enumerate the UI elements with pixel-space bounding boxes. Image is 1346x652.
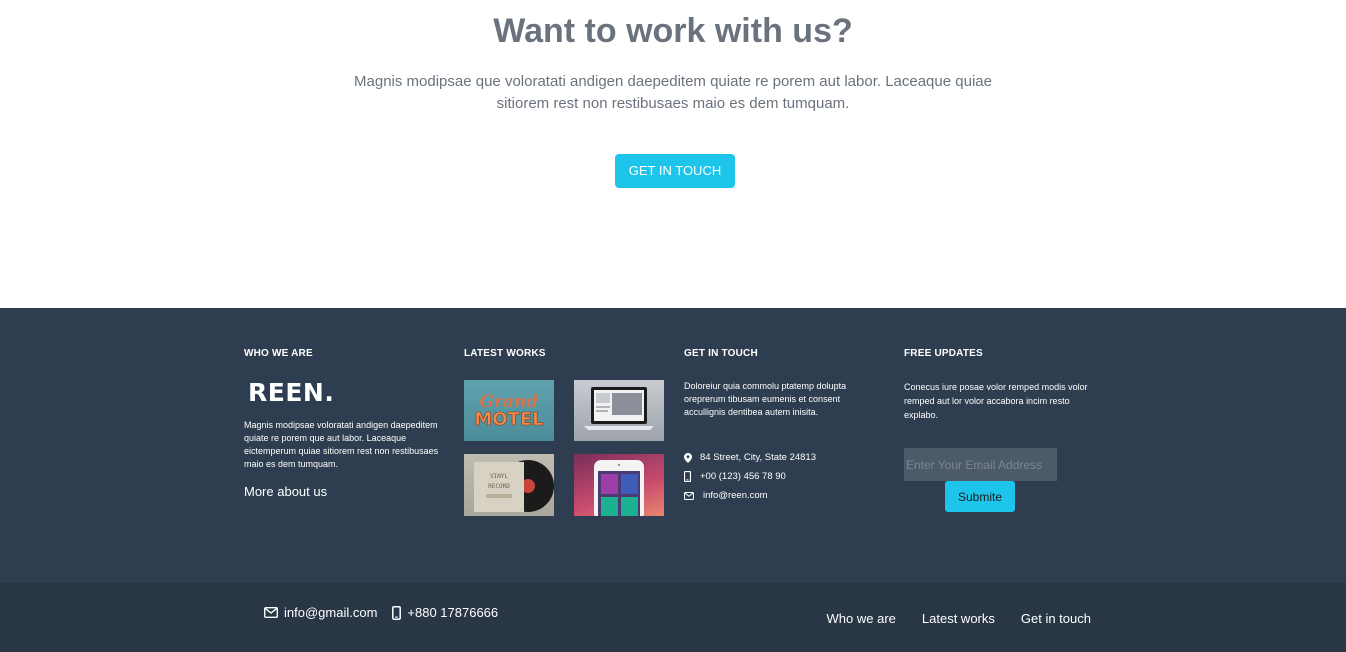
bottom-nav: Who we are Latest works Get in touch [801, 611, 1091, 626]
get-in-touch-column: GET IN TOUCH Doloreiur quia commolu ptat… [684, 348, 884, 505]
newsletter-email-input[interactable] [904, 448, 1057, 481]
free-updates-text: Conecus iure posae volor remped modis vo… [904, 382, 1088, 420]
email-link[interactable]: info@reen.com [703, 490, 768, 501]
address-text: 84 Street, City, State 24813 [700, 452, 817, 463]
contact-list: 84 Street, City, State 24813 +00 (123) 4… [684, 448, 884, 505]
email-row: info@reen.com [684, 486, 884, 505]
phone-text: +00 (123) 456 78 90 [700, 471, 786, 482]
get-in-touch-button[interactable]: GET IN TOUCH [615, 154, 735, 188]
nav-get-in-touch[interactable]: Get in touch [1021, 611, 1091, 626]
cta-text: Magnis modipsae que voloratati andigen d… [354, 73, 992, 112]
bottom-contact: info@gmail.com +880 17876666 [264, 605, 513, 620]
bottom-email[interactable]: info@gmail.com [264, 605, 377, 620]
grand-motel-thumb[interactable]: Grand MOTEL [464, 380, 554, 441]
cta-title: Want to work with us? [493, 12, 853, 50]
address-row: 84 Street, City, State 24813 [684, 448, 884, 467]
newsletter-submit-button[interactable]: Submite [945, 481, 1015, 512]
bottom-bar: info@gmail.com +880 17876666 Who we are … [0, 583, 1346, 652]
who-we-are-text: Magnis modipsae voloratati andigen daepe… [244, 420, 439, 469]
laptop-thumb[interactable] [574, 380, 664, 441]
bottom-email-text: info@gmail.com [284, 605, 378, 620]
phone-row: +00 (123) 456 78 90 [684, 467, 884, 486]
free-updates-heading: FREE UPDATES [904, 348, 983, 359]
vinyl-thumb-label: VINYL [490, 473, 508, 480]
mobile-phone-icon [392, 605, 402, 620]
free-updates-column: FREE UPDATES Conecus iure posae volor re… [904, 348, 1104, 512]
mobile-app-thumb[interactable] [574, 454, 664, 516]
bottom-phone[interactable]: +880 17876666 [392, 605, 498, 620]
nav-who-we-are[interactable]: Who we are [827, 611, 896, 626]
footer: WHO WE ARE REEN. Magnis modipsae volorat… [0, 308, 1346, 583]
grand-motel-thumb-word: MOTEL [474, 409, 543, 430]
latest-works-column: LATEST WORKS Grand MOTEL VINYL RECORD [464, 348, 669, 520]
who-we-are-column: WHO WE ARE REEN. Magnis modipsae volorat… [244, 348, 444, 501]
latest-works-grid: Grand MOTEL VINYL RECORD [464, 380, 669, 520]
vinyl-record-thumb[interactable]: VINYL RECORD [464, 454, 554, 516]
get-in-touch-heading: GET IN TOUCH [684, 348, 758, 359]
get-in-touch-text: Doloreiur quia commolu ptatemp dolupta o… [684, 381, 847, 417]
envelope-icon [684, 491, 698, 500]
reen-logo[interactable]: REEN. [248, 378, 444, 408]
who-we-are-heading: WHO WE ARE [244, 348, 313, 359]
vinyl-thumb-label-2: RECORD [488, 483, 510, 490]
bottom-phone-text: +880 17876666 [407, 605, 499, 620]
cta-section: Want to work with us? Magnis modipsae qu… [0, 0, 1346, 308]
map-marker-icon [684, 452, 698, 463]
envelope-icon [264, 607, 278, 618]
more-about-us-link[interactable]: More about us [244, 484, 327, 499]
mobile-phone-icon [684, 471, 698, 482]
latest-works-heading: LATEST WORKS [464, 348, 546, 359]
nav-latest-works[interactable]: Latest works [922, 611, 995, 626]
